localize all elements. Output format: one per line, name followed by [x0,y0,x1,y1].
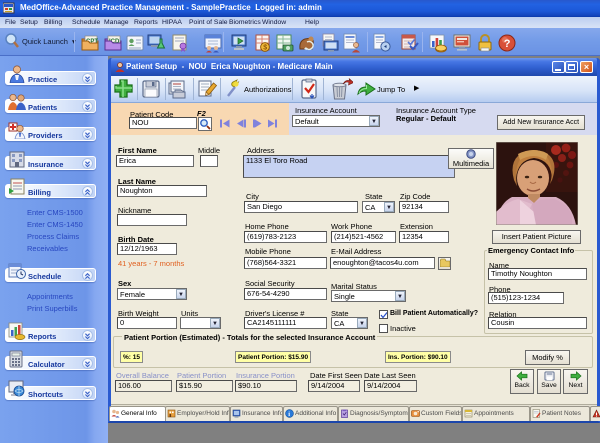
svg-text:?: ? [504,38,511,50]
svg-text:$: $ [263,45,267,52]
svg-text:i: i [288,411,290,418]
